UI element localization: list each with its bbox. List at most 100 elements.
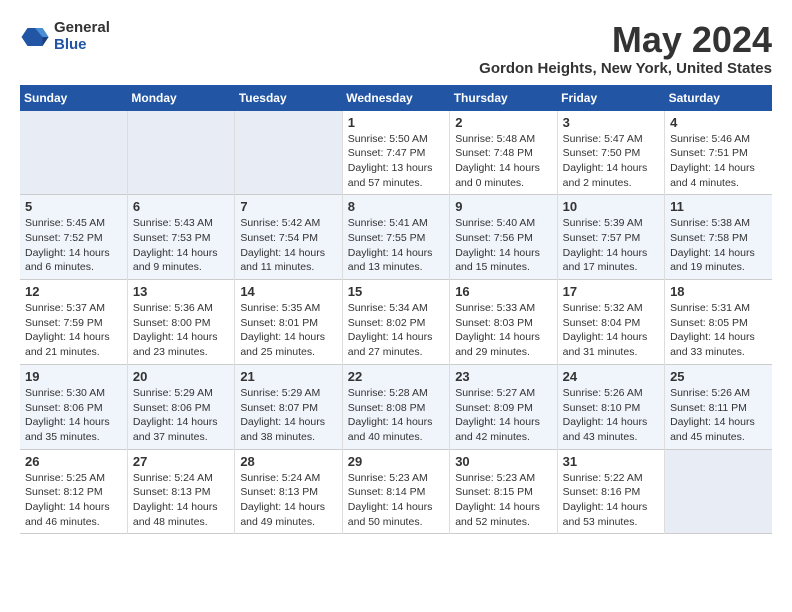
day-number: 23 xyxy=(455,369,551,384)
day-info: Sunrise: 5:48 AM Sunset: 7:48 PM Dayligh… xyxy=(455,132,551,191)
day-number: 14 xyxy=(240,284,336,299)
weekday-header: Monday xyxy=(127,85,234,111)
day-info: Sunrise: 5:33 AM Sunset: 8:03 PM Dayligh… xyxy=(455,301,551,360)
day-info: Sunrise: 5:39 AM Sunset: 7:57 PM Dayligh… xyxy=(563,216,659,275)
day-info: Sunrise: 5:47 AM Sunset: 7:50 PM Dayligh… xyxy=(563,132,659,191)
logo-icon xyxy=(20,22,50,52)
day-info: Sunrise: 5:29 AM Sunset: 8:07 PM Dayligh… xyxy=(240,386,336,445)
day-number: 25 xyxy=(670,369,767,384)
calendar-cell: 3 Sunrise: 5:47 AM Sunset: 7:50 PM Daylig… xyxy=(557,111,664,195)
calendar-week-row: 1 Sunrise: 5:50 AM Sunset: 7:47 PM Daylig… xyxy=(20,111,772,195)
calendar-cell: 13 Sunrise: 5:36 AM Sunset: 8:00 PM Dayli… xyxy=(127,280,234,365)
calendar-cell xyxy=(665,449,772,534)
calendar-cell xyxy=(127,111,234,195)
calendar-title: May 2024 xyxy=(479,20,772,60)
day-info: Sunrise: 5:40 AM Sunset: 7:56 PM Dayligh… xyxy=(455,216,551,275)
day-info: Sunrise: 5:45 AM Sunset: 7:52 PM Dayligh… xyxy=(25,216,122,275)
day-number: 18 xyxy=(670,284,767,299)
day-number: 26 xyxy=(25,454,122,469)
day-info: Sunrise: 5:27 AM Sunset: 8:09 PM Dayligh… xyxy=(455,386,551,445)
day-number: 15 xyxy=(348,284,444,299)
calendar-cell: 30 Sunrise: 5:23 AM Sunset: 8:15 PM Dayli… xyxy=(450,449,557,534)
calendar-cell: 31 Sunrise: 5:22 AM Sunset: 8:16 PM Dayli… xyxy=(557,449,664,534)
calendar-cell: 20 Sunrise: 5:29 AM Sunset: 8:06 PM Dayli… xyxy=(127,364,234,449)
day-info: Sunrise: 5:35 AM Sunset: 8:01 PM Dayligh… xyxy=(240,301,336,360)
day-number: 27 xyxy=(133,454,229,469)
day-number: 24 xyxy=(563,369,659,384)
day-number: 6 xyxy=(133,199,229,214)
calendar-week-row: 12 Sunrise: 5:37 AM Sunset: 7:59 PM Dayli… xyxy=(20,280,772,365)
logo: General Blue xyxy=(20,20,110,53)
calendar-cell: 12 Sunrise: 5:37 AM Sunset: 7:59 PM Dayli… xyxy=(20,280,127,365)
calendar-cell: 15 Sunrise: 5:34 AM Sunset: 8:02 PM Dayli… xyxy=(342,280,449,365)
day-number: 20 xyxy=(133,369,229,384)
day-info: Sunrise: 5:23 AM Sunset: 8:15 PM Dayligh… xyxy=(455,471,551,530)
weekday-header: Sunday xyxy=(20,85,127,111)
calendar-cell: 7 Sunrise: 5:42 AM Sunset: 7:54 PM Daylig… xyxy=(235,195,342,280)
day-info: Sunrise: 5:25 AM Sunset: 8:12 PM Dayligh… xyxy=(25,471,122,530)
day-number: 29 xyxy=(348,454,444,469)
calendar-subtitle: Gordon Heights, New York, United States xyxy=(479,60,772,77)
day-info: Sunrise: 5:26 AM Sunset: 8:11 PM Dayligh… xyxy=(670,386,767,445)
calendar-week-row: 19Sunrise: 5:30 AM Sunset: 8:06 PM Dayli… xyxy=(20,364,772,449)
day-info: Sunrise: 5:30 AM Sunset: 8:06 PM Dayligh… xyxy=(25,386,122,445)
day-number: 30 xyxy=(455,454,551,469)
calendar-cell: 1 Sunrise: 5:50 AM Sunset: 7:47 PM Daylig… xyxy=(342,111,449,195)
calendar-cell: 8Sunrise: 5:41 AM Sunset: 7:55 PM Daylig… xyxy=(342,195,449,280)
weekday-header: Friday xyxy=(557,85,664,111)
day-info: Sunrise: 5:37 AM Sunset: 7:59 PM Dayligh… xyxy=(25,301,122,360)
calendar-cell: 19Sunrise: 5:30 AM Sunset: 8:06 PM Dayli… xyxy=(20,364,127,449)
day-info: Sunrise: 5:50 AM Sunset: 7:47 PM Dayligh… xyxy=(348,132,444,191)
day-number: 16 xyxy=(455,284,551,299)
day-number: 22 xyxy=(348,369,444,384)
calendar-cell: 2 Sunrise: 5:48 AM Sunset: 7:48 PM Daylig… xyxy=(450,111,557,195)
day-info: Sunrise: 5:32 AM Sunset: 8:04 PM Dayligh… xyxy=(563,301,659,360)
day-number: 7 xyxy=(240,199,336,214)
calendar-cell: 29Sunrise: 5:23 AM Sunset: 8:14 PM Dayli… xyxy=(342,449,449,534)
calendar-cell: 11Sunrise: 5:38 AM Sunset: 7:58 PM Dayli… xyxy=(665,195,772,280)
day-number: 2 xyxy=(455,115,551,130)
weekday-header-row: SundayMondayTuesdayWednesdayThursdayFrid… xyxy=(20,85,772,111)
day-number: 5 xyxy=(25,199,122,214)
day-info: Sunrise: 5:36 AM Sunset: 8:00 PM Dayligh… xyxy=(133,301,229,360)
calendar-cell xyxy=(235,111,342,195)
calendar-cell: 9 Sunrise: 5:40 AM Sunset: 7:56 PM Daylig… xyxy=(450,195,557,280)
day-number: 12 xyxy=(25,284,122,299)
calendar-cell: 4Sunrise: 5:46 AM Sunset: 7:51 PM Daylig… xyxy=(665,111,772,195)
day-info: Sunrise: 5:34 AM Sunset: 8:02 PM Dayligh… xyxy=(348,301,444,360)
day-info: Sunrise: 5:43 AM Sunset: 7:53 PM Dayligh… xyxy=(133,216,229,275)
day-number: 3 xyxy=(563,115,659,130)
day-number: 31 xyxy=(563,454,659,469)
calendar-cell: 23 Sunrise: 5:27 AM Sunset: 8:09 PM Dayli… xyxy=(450,364,557,449)
calendar-cell: 14 Sunrise: 5:35 AM Sunset: 8:01 PM Dayli… xyxy=(235,280,342,365)
day-info: Sunrise: 5:29 AM Sunset: 8:06 PM Dayligh… xyxy=(133,386,229,445)
calendar-week-row: 26 Sunrise: 5:25 AM Sunset: 8:12 PM Dayli… xyxy=(20,449,772,534)
calendar-cell: 25 Sunrise: 5:26 AM Sunset: 8:11 PM Dayli… xyxy=(665,364,772,449)
title-area: May 2024 Gordon Heights, New York, Unite… xyxy=(479,20,772,77)
calendar-cell: 10Sunrise: 5:39 AM Sunset: 7:57 PM Dayli… xyxy=(557,195,664,280)
calendar-cell: 6 Sunrise: 5:43 AM Sunset: 7:53 PM Daylig… xyxy=(127,195,234,280)
calendar-cell xyxy=(20,111,127,195)
logo-general: General xyxy=(54,20,110,37)
calendar-cell: 27 Sunrise: 5:24 AM Sunset: 8:13 PM Dayli… xyxy=(127,449,234,534)
day-number: 4 xyxy=(670,115,767,130)
weekday-header: Thursday xyxy=(450,85,557,111)
weekday-header: Saturday xyxy=(665,85,772,111)
calendar-cell: 17Sunrise: 5:32 AM Sunset: 8:04 PM Dayli… xyxy=(557,280,664,365)
day-info: Sunrise: 5:31 AM Sunset: 8:05 PM Dayligh… xyxy=(670,301,767,360)
calendar-cell: 22Sunrise: 5:28 AM Sunset: 8:08 PM Dayli… xyxy=(342,364,449,449)
calendar-cell: 21 Sunrise: 5:29 AM Sunset: 8:07 PM Dayli… xyxy=(235,364,342,449)
day-number: 21 xyxy=(240,369,336,384)
day-number: 13 xyxy=(133,284,229,299)
day-info: Sunrise: 5:22 AM Sunset: 8:16 PM Dayligh… xyxy=(563,471,659,530)
day-number: 1 xyxy=(348,115,444,130)
day-info: Sunrise: 5:26 AM Sunset: 8:10 PM Dayligh… xyxy=(563,386,659,445)
day-info: Sunrise: 5:42 AM Sunset: 7:54 PM Dayligh… xyxy=(240,216,336,275)
calendar-cell: 28Sunrise: 5:24 AM Sunset: 8:13 PM Dayli… xyxy=(235,449,342,534)
calendar-table: SundayMondayTuesdayWednesdayThursdayFrid… xyxy=(20,85,772,535)
day-number: 9 xyxy=(455,199,551,214)
calendar-cell: 24 Sunrise: 5:26 AM Sunset: 8:10 PM Dayli… xyxy=(557,364,664,449)
day-info: Sunrise: 5:24 AM Sunset: 8:13 PM Dayligh… xyxy=(133,471,229,530)
calendar-cell: 16 Sunrise: 5:33 AM Sunset: 8:03 PM Dayli… xyxy=(450,280,557,365)
logo-text: General Blue xyxy=(54,20,110,53)
